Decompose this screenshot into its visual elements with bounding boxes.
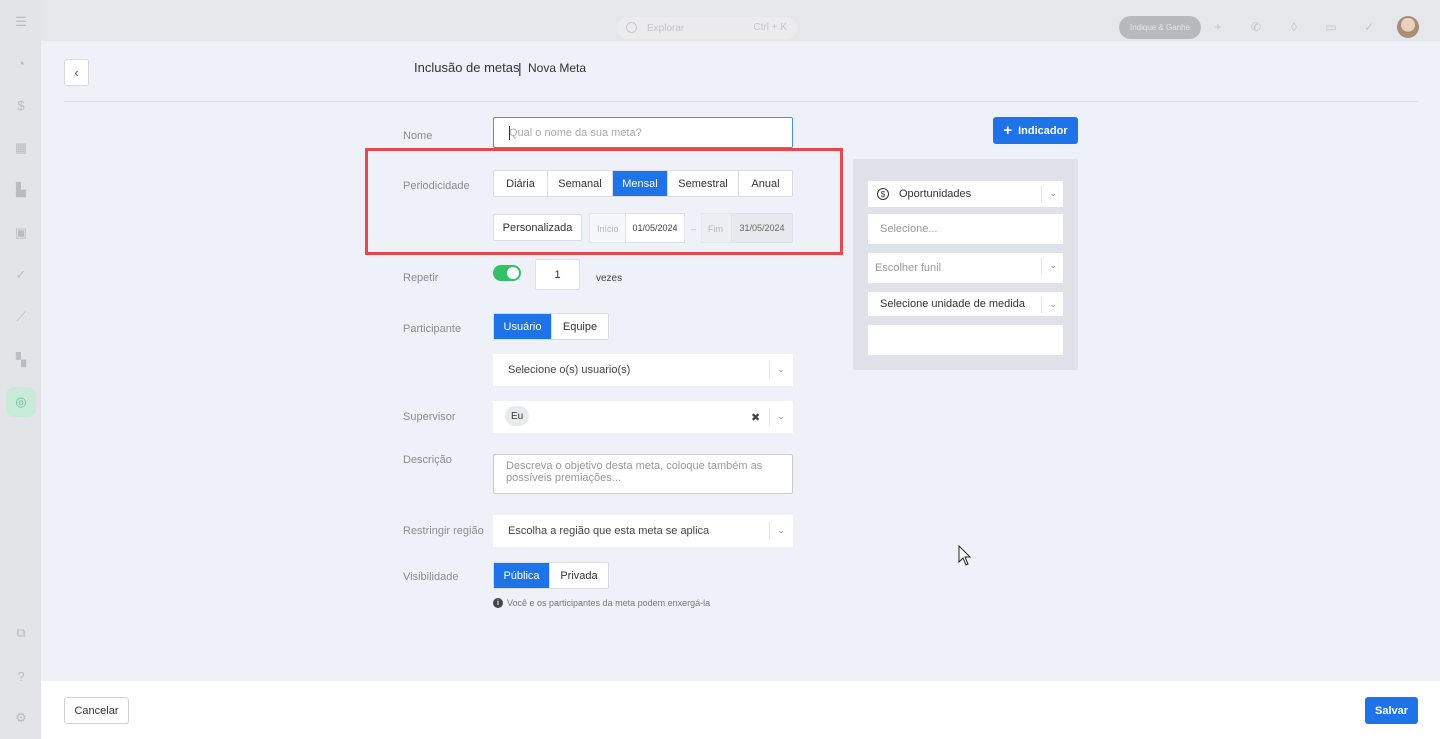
visibility-label: Visibilidade <box>403 571 459 583</box>
text-caret <box>509 126 510 140</box>
header-divider <box>64 101 1418 102</box>
repeat-unit: vezes <box>596 273 623 284</box>
supervisor-label: Supervisor <box>403 411 456 423</box>
bell-icon[interactable]: ◊ <box>1287 20 1301 34</box>
region-select[interactable]: Escolha a região que esta meta se aplica… <box>493 515 793 547</box>
help-icon[interactable]: ? <box>13 668 29 684</box>
chevron-down-icon: ⌄ <box>1049 299 1057 309</box>
indicator-item-select[interactable]: Selecione... <box>868 214 1063 244</box>
cancel-button[interactable]: Cancelar <box>64 697 129 724</box>
page-title: Inclusão de metas <box>414 60 520 75</box>
indicator-type-select[interactable]: $ Oportunidades ⌄ <box>868 181 1063 207</box>
calendar-icon[interactable]: ▣ <box>13 225 29 241</box>
app-sidebar: ☰ ◔ $ ▦ ▙ ▣ ✓ ⟋ ▚ ◎ ⧉ ? ⚙ <box>0 0 41 739</box>
layers-icon[interactable]: ⧉ <box>13 625 29 641</box>
shortcut-hint: Ctrl + K <box>753 22 787 33</box>
region-label: Restringir região <box>403 525 484 537</box>
info-icon: i <box>493 598 503 608</box>
check-icon[interactable]: ✓ <box>1362 20 1376 34</box>
visibility-info: i Você e os participantes da meta podem … <box>493 598 710 608</box>
goals-target-icon[interactable]: ◎ <box>6 387 36 417</box>
trend-icon[interactable]: ⟋ <box>13 309 29 325</box>
visibility-option-public[interactable]: Pública <box>494 563 550 588</box>
chevron-down-icon: ⌄ <box>1049 260 1057 270</box>
visibility-option-private[interactable]: Privada <box>550 563 608 588</box>
goal-name-input[interactable]: Qual o nome da sua meta? <box>493 117 793 148</box>
participant-option-team[interactable]: Equipe <box>552 314 608 339</box>
settings-gear-icon[interactable]: ⚙ <box>13 710 29 726</box>
building-icon[interactable]: ▦ <box>13 140 29 156</box>
annotation-highlight-box <box>365 148 843 255</box>
dollar-icon: $ <box>877 188 889 200</box>
chevron-down-icon: ⌄ <box>777 524 785 535</box>
widgets-icon[interactable]: ▚ <box>13 352 29 368</box>
repeat-count-input[interactable]: 1 <box>535 259 580 290</box>
name-label: Nome <box>403 130 433 142</box>
add-indicator-button[interactable]: + Indicador <box>993 117 1078 144</box>
back-button[interactable]: ‹ <box>64 59 89 86</box>
dashboard-icon[interactable]: ◔ <box>13 55 29 71</box>
phone-icon[interactable]: ✆ <box>1249 20 1263 34</box>
indicator-card: $ Oportunidades ⌄ Selecione... Escolher … <box>853 159 1078 370</box>
chart-icon[interactable]: ▙ <box>13 182 29 198</box>
inbox-icon[interactable]: ▭ <box>1324 20 1338 34</box>
chevron-down-icon: ⌄ <box>1049 188 1057 198</box>
visibility-selector: Pública Privada <box>493 562 609 589</box>
footer-bar: Cancelar Salvar <box>41 681 1440 739</box>
unit-select[interactable]: Selecione unidade de medida ⌄ <box>868 292 1063 316</box>
chevron-down-icon: ⌄ <box>777 363 785 374</box>
supervisor-select[interactable]: ⌄ <box>493 401 793 433</box>
chevron-left-icon: ‹ <box>74 65 79 80</box>
top-bar: Explorar Ctrl + K Indique & Ganhe + ✆ ◊ … <box>41 0 1440 41</box>
page-subtitle: Nova Meta <box>528 61 587 75</box>
explore-search[interactable]: Explorar Ctrl + K <box>617 17 797 39</box>
check-circle-icon[interactable]: ✓ <box>13 267 29 283</box>
chevron-down-icon: ⌄ <box>777 410 785 421</box>
refer-earn-button[interactable]: Indique & Ganhe <box>1119 16 1201 39</box>
description-label: Descrição <box>403 454 452 466</box>
repeat-toggle[interactable] <box>493 265 521 281</box>
participant-option-user[interactable]: Usuário <box>494 314 552 339</box>
avatar[interactable] <box>1397 16 1419 38</box>
plus-icon[interactable]: + <box>1211 20 1225 34</box>
participant-label: Participante <box>403 323 462 335</box>
search-icon <box>626 22 637 33</box>
title-separator: | <box>518 60 522 76</box>
save-button[interactable]: Salvar <box>1365 697 1418 724</box>
goal-form-panel: ‹ Inclusão de metas | Nova Meta Nome Qua… <box>41 41 1440 739</box>
mouse-cursor-icon <box>958 545 972 566</box>
plus-icon: + <box>1003 122 1013 139</box>
description-textarea[interactable]: Descreva o objetivo desta meta, coloque … <box>493 454 793 494</box>
users-select[interactable]: Selecione o(s) usuario(s) ⌄ <box>493 354 793 386</box>
participant-selector: Usuário Equipe <box>493 313 609 340</box>
funnel-select[interactable]: Escolher funil ⌄ <box>868 253 1063 283</box>
repeat-label: Repetir <box>403 272 439 284</box>
supervisor-chip[interactable]: Eu <box>505 406 530 426</box>
menu-icon[interactable]: ☰ <box>13 14 29 30</box>
indicator-value-input[interactable] <box>868 325 1063 355</box>
dollar-icon[interactable]: $ <box>13 97 29 113</box>
clear-icon[interactable]: ✖ <box>751 411 760 424</box>
